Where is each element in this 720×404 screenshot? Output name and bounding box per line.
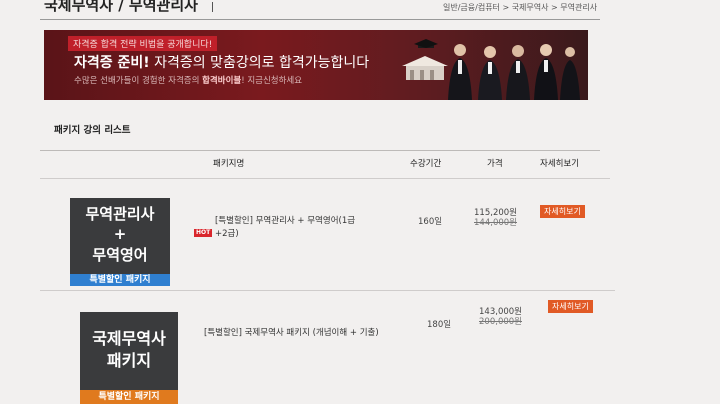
period-value: 160일 bbox=[418, 217, 443, 227]
banner-sub-prefix: 수많은 선배가들이 경험한 자격증의 bbox=[74, 76, 203, 86]
original-price: 200,000원 bbox=[479, 317, 522, 327]
table-row-divider bbox=[40, 290, 615, 291]
promo-banner[interactable]: 자격증 합격 전략 비법을 공개합니다! 자격증 준비! 자격증의 맞춤강의로 … bbox=[44, 30, 588, 100]
hot-badge: HOT bbox=[194, 229, 213, 237]
person-silhouette-5 bbox=[560, 47, 580, 100]
title-divider bbox=[212, 2, 213, 12]
detail-button[interactable]: 자세히보기 bbox=[540, 205, 585, 218]
banner-headline: 자격증 준비! 자격증의 맞춤강의로 합격가능합니다 bbox=[74, 52, 369, 72]
page-title: 국제무역사 / 무역관리사 bbox=[44, 0, 198, 14]
package-thumbnail[interactable]: 무역관리사 + 무역영어 특별할인 패키지 bbox=[70, 198, 170, 286]
header: 국제무역사 / 무역관리사 일반/금융/컴퓨터 > 국제무역사 > 무역관리사 bbox=[0, 0, 720, 24]
column-header-period: 수강기간 bbox=[410, 159, 442, 169]
thumbnail-line: 패키지 bbox=[106, 350, 152, 370]
original-price: 144,000원 bbox=[474, 218, 517, 228]
period-value: 180일 bbox=[427, 320, 452, 330]
banner-subtext: 수많은 선배가들이 경험한 자격증의 합격바이블! 지금신청하세요 bbox=[74, 74, 302, 86]
thumbnail-line: 무역영어 bbox=[92, 245, 148, 264]
discount-tag: 특별할인 패키지 bbox=[80, 390, 178, 404]
discount-tag: 특별할인 패키지 bbox=[70, 274, 170, 286]
thumbnail-line: + bbox=[113, 225, 127, 244]
column-header-detail: 자세히보기 bbox=[540, 159, 580, 169]
person-silhouette-4 bbox=[534, 44, 558, 100]
banner-sub-bold: 합격바이블 bbox=[202, 76, 242, 86]
person-silhouette-1 bbox=[448, 44, 472, 100]
package-name-link[interactable]: [특별할인] 무역관리사 + 무역영어(1급+2급) bbox=[215, 215, 365, 241]
person-silhouette-3 bbox=[506, 45, 530, 100]
header-divider bbox=[40, 19, 600, 20]
banner-people-image bbox=[402, 39, 580, 100]
column-header-name: 패키지명 bbox=[213, 159, 245, 169]
section-title: 패키지 강의 리스트 bbox=[54, 125, 131, 136]
person-silhouette-2 bbox=[478, 46, 502, 100]
banner-sub-suffix: ! 지금신청하세요 bbox=[241, 76, 303, 86]
banner-headline-rest: 자격증의 맞춤강의로 합격가능합니다 bbox=[149, 55, 370, 71]
package-name-link[interactable]: [특별할인] 국제무역사 패키지 (개념이해 + 기출) bbox=[204, 327, 414, 340]
package-thumbnail[interactable]: 국제무역사 패키지 특별할인 패키지 bbox=[80, 312, 178, 404]
table-header-divider bbox=[40, 178, 610, 179]
breadcrumb[interactable]: 일반/금융/컴퓨터 > 국제무역사 > 무역관리사 bbox=[443, 2, 597, 13]
graduation-cap-icon bbox=[402, 39, 448, 80]
column-header-price: 가격 bbox=[487, 159, 503, 169]
banner-headline-bold: 자격증 준비! bbox=[74, 55, 150, 71]
thumbnail-line: 무역관리사 bbox=[85, 205, 155, 223]
table-top-divider bbox=[40, 150, 600, 151]
detail-button[interactable]: 자세히보기 bbox=[548, 300, 593, 313]
thumbnail-line: 국제무역사 bbox=[92, 329, 166, 348]
banner-badge: 자격증 합격 전략 비법을 공개합니다! bbox=[68, 36, 218, 51]
